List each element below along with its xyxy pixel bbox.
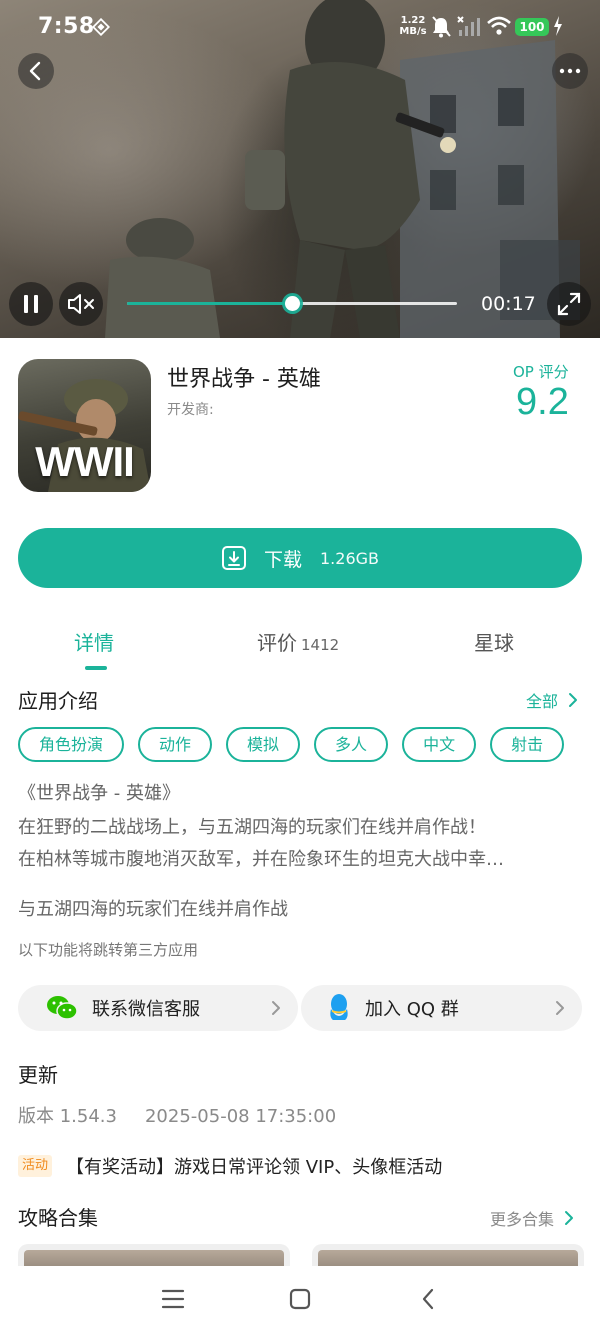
- video-progress-bar[interactable]: [127, 296, 457, 311]
- more-dots-icon: [559, 68, 581, 74]
- system-nav-bar: [0, 1266, 600, 1333]
- update-date: 2025-05-08 17:35:00: [144, 1106, 337, 1127]
- back-button[interactable]: [18, 53, 54, 89]
- tag-item[interactable]: 动作: [138, 727, 213, 762]
- back-arrow-icon: [422, 1288, 434, 1310]
- status-bar: 7:58 1.22 MB/s 100: [0, 0, 600, 56]
- score-label: OP 评分: [513, 363, 569, 381]
- qq-icon: [330, 994, 348, 1020]
- tab-planet[interactable]: 星球: [474, 627, 514, 656]
- tag-list: 角色扮演 动作 模拟 多人 中文 射击: [18, 727, 600, 763]
- tag-item[interactable]: 模拟: [226, 727, 301, 762]
- tag-item[interactable]: 射击: [490, 727, 565, 762]
- guide-card[interactable]: [312, 1244, 584, 1266]
- network-speed: 1.22 MB/s: [399, 15, 427, 37]
- chevron-right-icon: [569, 693, 578, 707]
- download-icon: [221, 546, 246, 570]
- guide-card[interactable]: [18, 1244, 290, 1266]
- chevron-left-icon: [29, 61, 41, 81]
- wechat-service-label: 联系微信客服: [92, 999, 200, 1020]
- developer-label: 开发商:: [167, 402, 214, 418]
- status-time: 7:58: [38, 14, 95, 39]
- guide-thumbnail: [318, 1250, 578, 1266]
- score-value: 9.2: [516, 381, 569, 423]
- battery-indicator: 100: [515, 18, 549, 36]
- download-size: 1.26GB: [320, 548, 379, 568]
- fullscreen-button[interactable]: [547, 282, 591, 326]
- home-square-icon: [289, 1288, 311, 1310]
- download-label: 下载: [263, 548, 302, 571]
- tab-details[interactable]: 详情: [74, 627, 114, 656]
- mute-button[interactable]: [59, 282, 103, 326]
- video-progress-knob[interactable]: [285, 296, 300, 311]
- tag-item[interactable]: 角色扮演: [18, 727, 125, 762]
- home-button[interactable]: [285, 1284, 315, 1314]
- tag-item[interactable]: 中文: [402, 727, 477, 762]
- more-guides-link[interactable]: 更多合集: [490, 1206, 578, 1230]
- guide-thumbnail: [24, 1250, 284, 1266]
- chevron-right-icon: [272, 1001, 280, 1015]
- tab-reviews[interactable]: 评价 1412: [257, 627, 339, 656]
- review-count: 1412: [301, 636, 340, 654]
- app-icon-label: WWII: [35, 438, 135, 485]
- fullscreen-icon: [557, 292, 581, 316]
- charging-icon: [554, 16, 562, 36]
- more-options-button[interactable]: [552, 53, 588, 89]
- speaker-muted-icon: [68, 294, 94, 314]
- video-elapsed-time: 00:17: [481, 293, 536, 315]
- app-notification-icon: [92, 18, 110, 36]
- app-icon: WWII: [18, 359, 151, 492]
- wifi-icon: [487, 16, 511, 35]
- pause-button[interactable]: [9, 282, 53, 326]
- update-meta: 版本 1.54.3 2025-05-08 17:35:00: [18, 1102, 336, 1128]
- pause-icon: [24, 295, 38, 313]
- event-badge: 活动: [18, 1155, 53, 1177]
- version-text: 版本 1.54.3: [18, 1106, 117, 1127]
- menu-icon: [161, 1289, 185, 1309]
- qq-group-label: 加入 QQ 群: [365, 999, 459, 1020]
- description-line: 《世界战争 - 英雄》: [18, 783, 180, 804]
- intro-section-title: 应用介绍: [18, 689, 98, 713]
- signal-icon: [457, 16, 480, 36]
- bell-muted-icon: [432, 16, 451, 38]
- intro-all-link[interactable]: 全部: [526, 688, 582, 712]
- description-line: 在狂野的二战战场上，与五湖四海的玩家们在线并肩作战！: [18, 817, 486, 838]
- video-player[interactable]: 7:58 1.22 MB/s 100 00:17: [0, 0, 600, 338]
- tag-item[interactable]: 多人: [314, 727, 389, 762]
- recent-apps-button[interactable]: [158, 1284, 188, 1314]
- active-tab-indicator: [85, 666, 107, 670]
- chevron-right-icon: [556, 1001, 564, 1015]
- description-summary: 与五湖四海的玩家们在线并肩作战: [18, 899, 288, 920]
- video-progress-fill: [127, 302, 292, 305]
- download-button[interactable]: 下载 1.26GB: [18, 528, 582, 588]
- qq-group-button[interactable]: 加入 QQ 群: [301, 985, 582, 1031]
- update-section-title: 更新: [18, 1063, 58, 1087]
- app-title: 世界战争 - 英雄: [167, 367, 321, 392]
- wechat-service-button[interactable]: 联系微信客服: [18, 985, 298, 1031]
- wechat-icon: [47, 996, 78, 1020]
- description-line: 在柏林等城市腹地消灭敌军，并在险象环生的坦克大战中幸…: [18, 849, 504, 870]
- third-party-note: 以下功能将跳转第三方应用: [18, 941, 199, 959]
- event-link[interactable]: 【有奖活动】游戏日常评论领 VIP、头像框活动: [66, 1153, 442, 1179]
- system-back-button[interactable]: [413, 1284, 443, 1314]
- chevron-right-icon: [565, 1211, 574, 1225]
- guides-section-title: 攻略合集: [18, 1206, 98, 1230]
